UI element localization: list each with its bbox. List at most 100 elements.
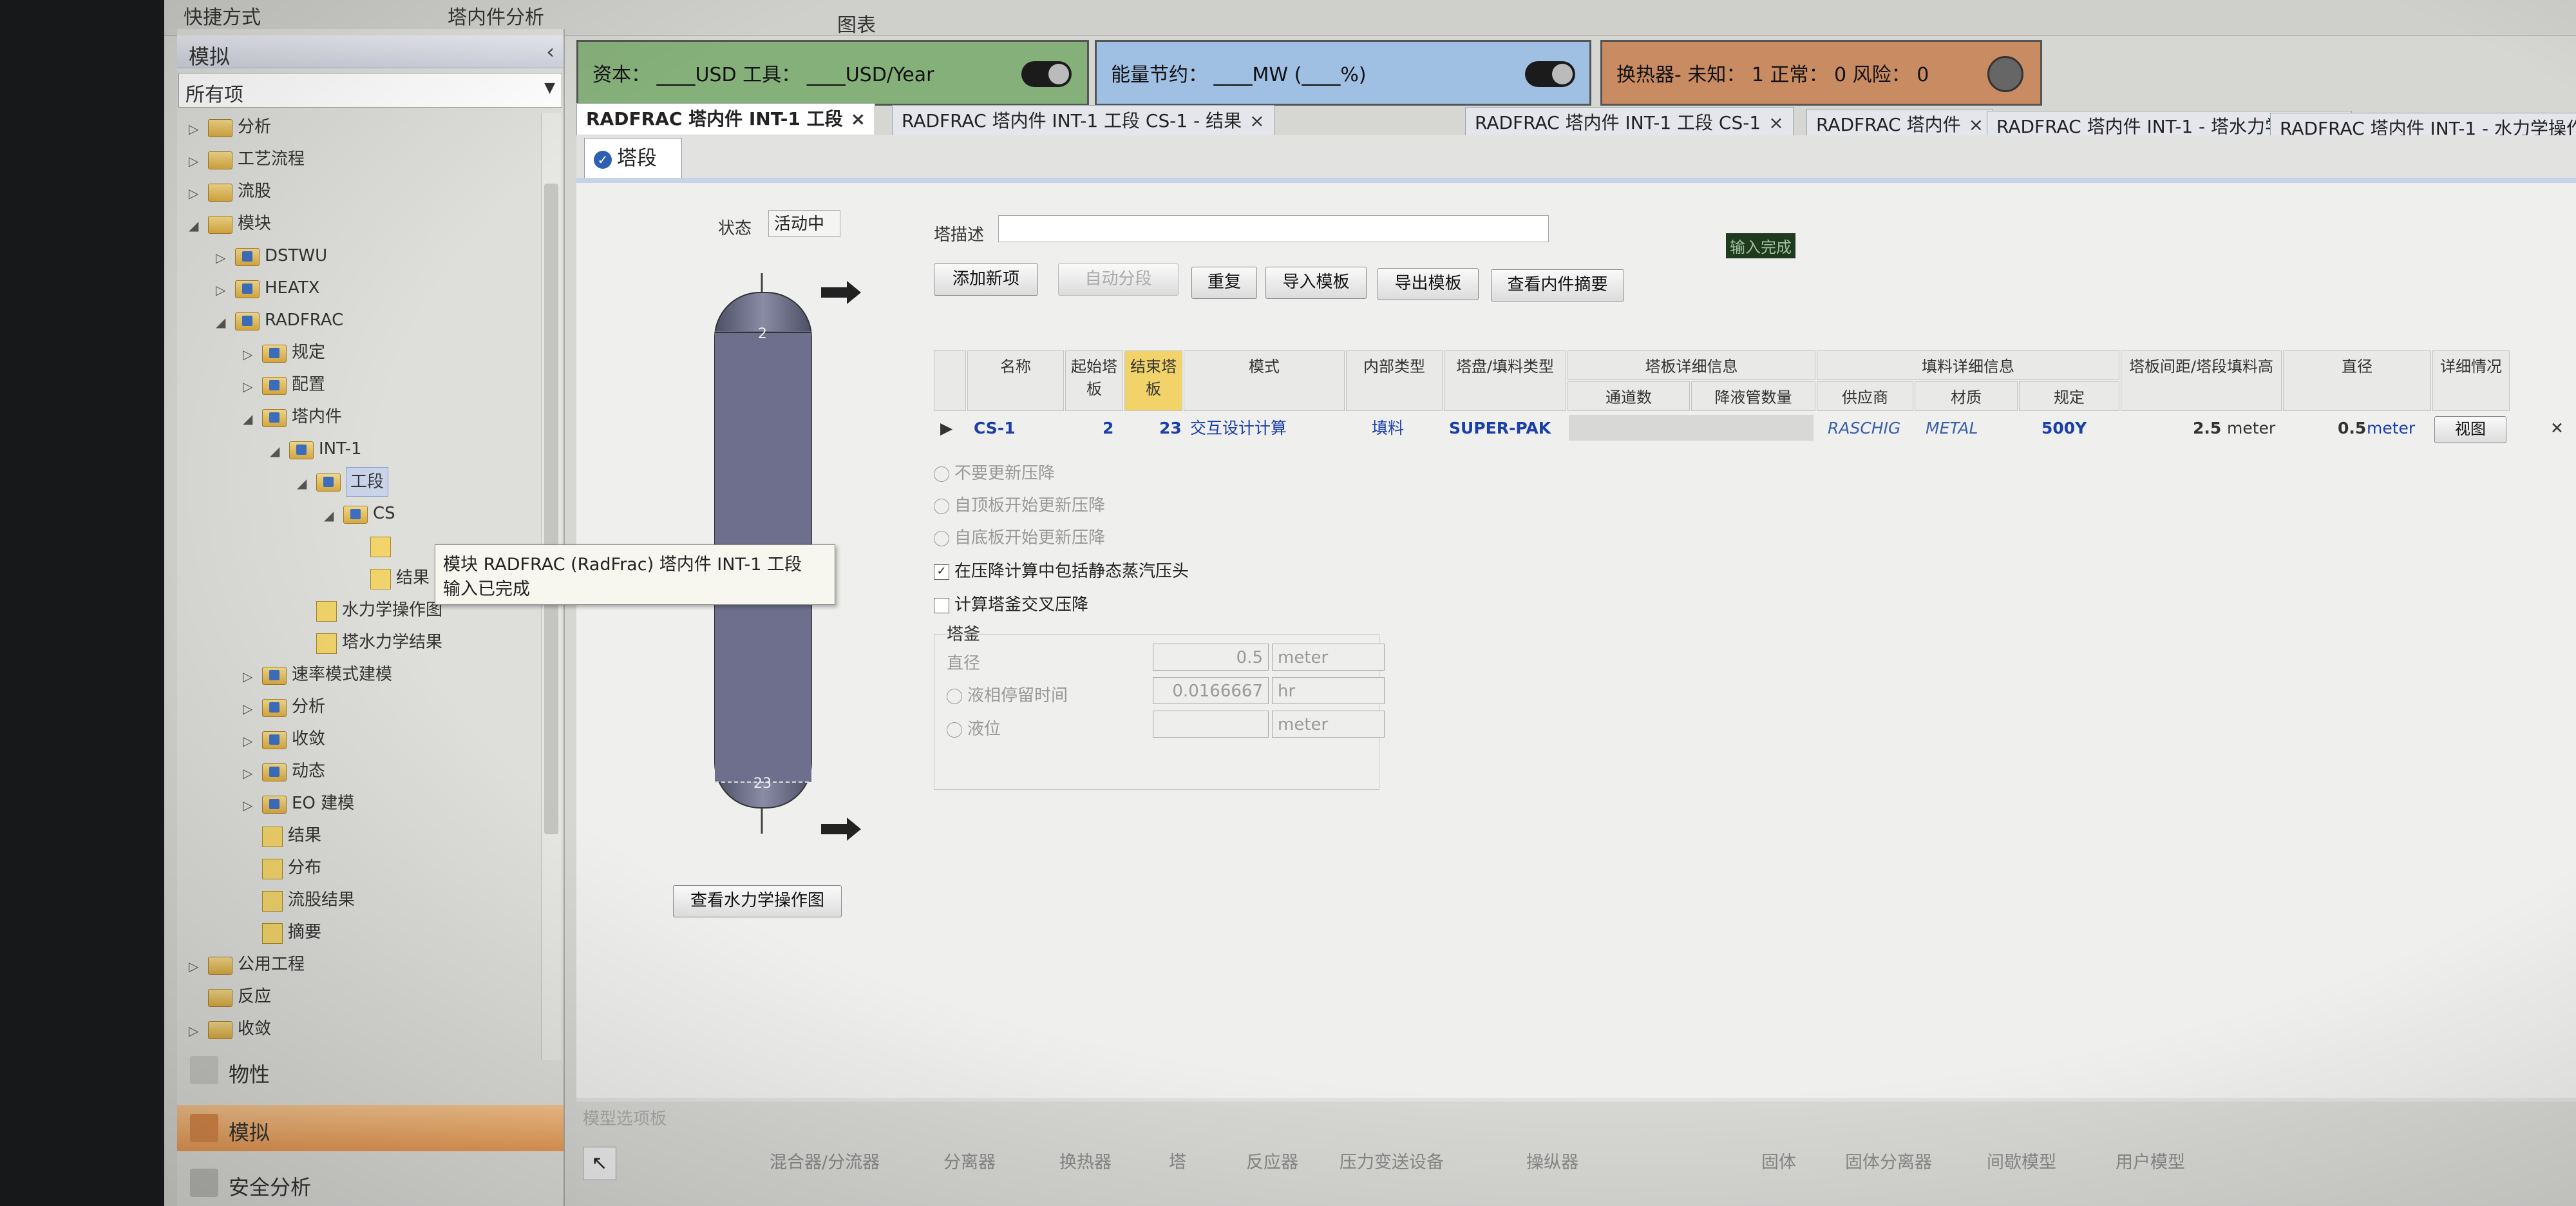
view-details-button[interactable]: 视图: [2434, 416, 2506, 443]
tree-node[interactable]: 水力学操作图: [297, 596, 442, 624]
tree-expander-icon[interactable]: ◢: [324, 501, 343, 530]
checkbox-static-head[interactable]: ✓ 在压降计算中包括静态蒸汽压头: [934, 558, 1189, 582]
view-hydraulic-plot-button[interactable]: 查看水力学操作图: [673, 885, 842, 917]
cell-diameter-unit[interactable]: meter: [2367, 412, 2415, 445]
sump-diameter-input[interactable]: 0.5: [1153, 644, 1269, 671]
tree-expander-icon[interactable]: ◢: [270, 437, 289, 465]
tree-node[interactable]: ◢ RADFRAC: [216, 306, 343, 336]
palette-tab[interactable]: 分离器: [943, 1148, 996, 1173]
auto-section-button[interactable]: 自动分段: [1058, 263, 1179, 296]
capital-cost-indicator[interactable]: 资本： ____USD 工具： ____USD/Year: [576, 40, 1089, 106]
heat-exchanger-indicator[interactable]: 换热器- 未知： 1 正常： 0 风险： 0: [1600, 40, 2042, 106]
cell-spec[interactable]: 500Y: [2041, 412, 2087, 445]
tree-expander-icon[interactable]: ▷: [189, 1017, 208, 1045]
palette-tab[interactable]: 压力变送设备: [1340, 1148, 1444, 1173]
chevron-down-icon[interactable]: ▼: [544, 80, 555, 96]
tree-node[interactable]: ▷ HEATX: [216, 274, 319, 302]
tree-node[interactable]: ◢ 塔内件: [243, 403, 342, 433]
import-template-button[interactable]: 导入模板: [1265, 267, 1367, 299]
palette-tab[interactable]: 固体分离器: [1845, 1148, 1932, 1173]
gear-icon[interactable]: [1987, 56, 2023, 92]
tree-node[interactable]: ▷ 公用工程: [189, 950, 305, 981]
capital-toggle[interactable]: [1021, 61, 1072, 87]
tree-node[interactable]: ▷ 分析: [189, 113, 271, 143]
tree-node[interactable]: 结果: [243, 821, 321, 850]
close-icon[interactable]: ×: [1768, 112, 1783, 133]
cell-tray-type[interactable]: SUPER-PAK: [1449, 412, 1551, 445]
liquid-level-input[interactable]: [1153, 711, 1269, 738]
tree-node[interactable]: ▷ 流股: [189, 177, 271, 207]
cell-internal-type[interactable]: 填料: [1372, 412, 1404, 445]
export-template-button[interactable]: 导出模板: [1378, 268, 1479, 300]
tree-node[interactable]: ▷ 收敛: [243, 725, 325, 755]
close-icon[interactable]: ×: [851, 108, 866, 129]
tree-node[interactable]: 流股结果: [243, 886, 355, 914]
palette-tab[interactable]: 间歇模型: [1987, 1148, 2056, 1173]
radio-no-update[interactable]: 不要更新压降: [934, 460, 1055, 484]
palette-tab[interactable]: 换热器: [1059, 1148, 1112, 1173]
tree-expander-icon[interactable]: ▷: [189, 952, 208, 981]
cell-spacing[interactable]: 2.5: [2193, 412, 2221, 445]
quick-access-label[interactable]: 快捷方式: [184, 1, 261, 30]
cell-mode[interactable]: 交互设计计算: [1190, 412, 1287, 445]
chevron-left-icon[interactable]: ‹: [546, 39, 554, 64]
tree-scrollbar-thumb[interactable]: [544, 184, 558, 834]
document-tab[interactable]: RADFRAC 塔内件 INT-1 工段 ×: [576, 103, 876, 135]
tree-expander-icon[interactable]: ▷: [243, 694, 262, 723]
palette-tab[interactable]: 混合器/分流器: [770, 1148, 880, 1173]
description-input[interactable]: [998, 215, 1549, 242]
tree-node[interactable]: ▷ 速率模式建模: [243, 660, 392, 691]
cell-vendor[interactable]: RASCHIG: [1828, 412, 1900, 445]
tree-expander-icon[interactable]: ▷: [189, 179, 208, 207]
energy-savings-indicator[interactable]: 能量节约： ____MW (____%): [1095, 40, 1591, 106]
tree-expander-icon[interactable]: ▷: [243, 662, 262, 691]
tree-node[interactable]: 塔水力学结果: [297, 628, 442, 656]
pointer-icon[interactable]: ↖: [583, 1147, 616, 1180]
nav-properties-button[interactable]: 物性: [177, 1047, 564, 1093]
tree-expander-icon[interactable]: ◢: [243, 405, 262, 433]
tree-node[interactable]: [351, 531, 396, 560]
document-tab[interactable]: RADFRAC 塔内件 INT-1 工段 CS-1 ×: [1465, 107, 1794, 139]
liquid-level-unit[interactable]: meter: [1272, 711, 1385, 738]
tree-expander-icon[interactable]: ▷: [243, 759, 262, 787]
tree-node[interactable]: ◢ INT-1: [270, 435, 362, 465]
tree-node[interactable]: ▷ DSTWU: [216, 242, 327, 270]
delete-row-icon[interactable]: ✕: [2550, 412, 2564, 445]
tree-expander-icon[interactable]: ▷: [243, 372, 262, 401]
palette-tab[interactable]: 操纵器: [1526, 1148, 1578, 1173]
residence-time-input[interactable]: 0.0166667: [1153, 677, 1269, 704]
column-analysis-label[interactable]: 塔内件分析: [448, 1, 544, 30]
view-internals-summary-button[interactable]: 查看内件摘要: [1491, 269, 1624, 302]
tree-node[interactable]: ▷ 动态: [243, 757, 325, 787]
tree-node[interactable]: ◢ 工段: [297, 467, 389, 497]
tree-expander-icon[interactable]: ◢: [189, 211, 208, 240]
cell-material[interactable]: METAL: [1926, 412, 1978, 445]
palette-tab[interactable]: 塔: [1169, 1148, 1186, 1173]
tree-node[interactable]: ▷ 收敛: [189, 1015, 271, 1045]
tree-node[interactable]: ▷ 规定: [243, 338, 325, 367]
sump-diameter-unit[interactable]: meter: [1272, 644, 1385, 671]
tree-node[interactable]: ▷ EO 建模: [243, 789, 354, 819]
tree-expander-icon[interactable]: ▷: [189, 115, 208, 143]
tree-node[interactable]: 摘要: [243, 918, 321, 946]
tree-expander-icon[interactable]: ▷: [189, 147, 208, 175]
palette-tab[interactable]: 固体: [1761, 1148, 1796, 1173]
nav-simulation-button[interactable]: 模拟: [177, 1105, 564, 1151]
tree-expander-icon[interactable]: ▷: [243, 727, 262, 755]
cell-spacing-unit[interactable]: meter: [2227, 412, 2275, 445]
close-icon[interactable]: ×: [1249, 110, 1264, 131]
tree-node[interactable]: ◢ CS: [324, 499, 395, 530]
tree-expander-icon[interactable]: ◢: [216, 308, 235, 336]
tree-node[interactable]: ▷ 配置: [243, 370, 325, 401]
tree-node[interactable]: 结果: [351, 564, 430, 592]
navigation-filter-select[interactable]: 所有项 ▼: [178, 73, 562, 108]
cell-start-stage[interactable]: 2: [1103, 412, 1113, 445]
document-tab[interactable]: RADFRAC 塔内件 INT-1 工段 CS-1 - 结果 ×: [892, 105, 1274, 137]
radio-update-from-bottom[interactable]: 自底板开始更新压降: [934, 524, 1105, 548]
close-icon[interactable]: ×: [1969, 114, 1984, 135]
tree-expander-icon[interactable]: ◢: [297, 469, 316, 497]
charts-label[interactable]: 图表: [837, 9, 876, 37]
tree-expander-icon[interactable]: ▷: [243, 791, 262, 819]
palette-tab[interactable]: 用户模型: [2116, 1148, 2185, 1173]
palette-tab[interactable]: 反应器: [1246, 1148, 1298, 1173]
